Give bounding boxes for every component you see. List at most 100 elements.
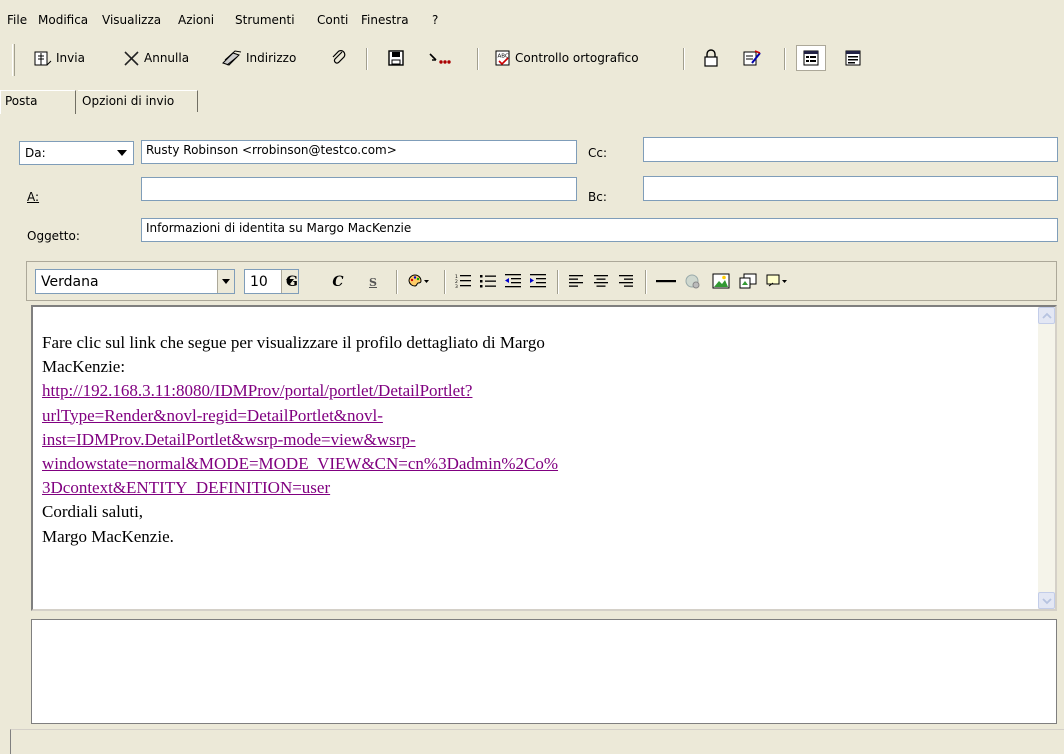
align-right-button[interactable] (616, 271, 636, 293)
format-toolbar: Verdana 10 G C S 123 (26, 261, 1057, 301)
spellcheck-button[interactable]: ABC Controllo ortografico (494, 46, 639, 70)
insert-link-button[interactable] (682, 271, 704, 293)
horizontal-rule-icon (655, 273, 677, 292)
security-button[interactable] (702, 46, 720, 70)
view-mode-button[interactable] (845, 46, 861, 70)
toolbar-separator (477, 48, 479, 70)
post-button[interactable] (428, 46, 452, 70)
chevron-down-icon (1042, 598, 1052, 605)
toolbar-grip[interactable] (12, 44, 15, 76)
toolbar-separator (784, 48, 786, 70)
menu-visualizza[interactable]: Visualizza (102, 13, 161, 27)
bold-button[interactable]: G (282, 271, 302, 293)
send-icon (33, 49, 53, 67)
tab-posta[interactable]: Posta (0, 90, 76, 114)
post-icon (428, 49, 452, 67)
profile-link[interactable]: 3Dcontext&ENTITY_DEFINITION=user (42, 476, 1022, 500)
subject-field[interactable]: Informazioni di identita su Margo MacKen… (141, 218, 1058, 242)
insert-signature-button[interactable] (764, 271, 790, 293)
bullet-list-icon (479, 273, 497, 292)
address-label: Indirizzo (246, 51, 297, 65)
from-dropdown[interactable]: Da: (19, 141, 134, 165)
attachments-pane[interactable] (31, 619, 1057, 724)
toolbar-separator (366, 48, 368, 70)
chevron-down-icon[interactable] (217, 270, 234, 293)
object-icon (739, 273, 757, 292)
menu-modifica[interactable]: Modifica (38, 13, 88, 27)
bc-field[interactable] (643, 176, 1058, 201)
tab-opzioni-invio[interactable]: Opzioni di invio (78, 90, 198, 112)
align-center-button[interactable] (591, 271, 611, 293)
profile-link[interactable]: inst=IDMProv.DetailPortlet&wsrp-mode=vie… (42, 428, 1022, 452)
outdent-icon (504, 273, 522, 292)
font-family-select[interactable]: Verdana (35, 269, 235, 294)
menu-azioni[interactable]: Azioni (178, 13, 214, 27)
from-field[interactable]: Rusty Robinson <rrobinson@testco.com> (141, 140, 577, 164)
body-line: Fare clic sul link che segue per visuali… (42, 333, 545, 352)
vertical-scrollbar[interactable] (1038, 307, 1055, 609)
scroll-up-button[interactable] (1038, 307, 1055, 324)
paperclip-icon (330, 49, 348, 67)
text-color-button[interactable] (405, 271, 433, 293)
cc-field[interactable] (643, 137, 1058, 162)
bc-label: Bc: (588, 190, 607, 204)
align-left-icon (568, 273, 584, 292)
send-button[interactable]: Invia (33, 46, 85, 70)
sign-icon (742, 49, 762, 67)
outdent-button[interactable] (503, 271, 523, 293)
send-label: Invia (56, 51, 85, 65)
image-icon (712, 273, 730, 292)
font-family-value: Verdana (41, 274, 99, 290)
view-mode-button-active[interactable] (796, 45, 826, 71)
svg-text:3: 3 (455, 284, 458, 289)
tab-posta-label: Posta (5, 94, 38, 108)
to-field[interactable] (141, 177, 577, 201)
chevron-down-icon (117, 150, 127, 156)
globe-link-icon (684, 273, 702, 292)
underline-button[interactable]: S (363, 271, 383, 293)
bullet-list-button[interactable] (478, 271, 498, 293)
close-icon (123, 49, 141, 67)
numbered-list-icon: 123 (454, 273, 472, 292)
menu-strumenti[interactable]: Strumenti (235, 13, 295, 27)
italic-button[interactable]: C (328, 271, 348, 293)
format-separator (557, 270, 559, 294)
message-body-text: Fare clic sul link che segue per visuali… (42, 331, 1022, 549)
main-toolbar: Invia Annulla Indirizzo ABC Controllo or… (0, 34, 1064, 84)
address-book-button[interactable]: Indirizzo (221, 46, 296, 70)
attach-button[interactable] (330, 46, 348, 70)
format-separator (645, 270, 647, 294)
toolbar-separator (683, 48, 685, 70)
sign-button[interactable] (742, 46, 762, 70)
menu-bar: File Modifica Visualizza Azioni Strument… (0, 0, 1064, 34)
profile-link[interactable]: http://192.168.3.11:8080/IDMProv/portal/… (42, 379, 1022, 403)
menu-finestra[interactable]: Finestra (361, 13, 409, 27)
insert-object-button[interactable] (737, 271, 759, 293)
align-center-icon (593, 273, 609, 292)
numbered-list-button[interactable]: 123 (453, 271, 473, 293)
menu-file[interactable]: File (7, 13, 27, 27)
format-separator (396, 270, 398, 294)
save-draft-button[interactable] (387, 46, 405, 70)
menu-conti[interactable]: Conti (317, 13, 348, 27)
profile-link[interactable]: windowstate=normal&MODE=MODE_VIEW&CN=cn%… (42, 452, 1022, 476)
format-separator (444, 270, 446, 294)
spellcheck-icon: ABC (494, 49, 512, 67)
profile-link[interactable]: urlType=Render&novl-regid=DetailPortlet&… (42, 404, 1022, 428)
to-label: A: (27, 190, 40, 204)
indent-icon (529, 273, 547, 292)
body-signature: Margo MacKenzie. (42, 526, 174, 546)
signature-icon (765, 273, 789, 292)
menu-help[interactable]: ? (432, 13, 438, 27)
cc-label: Cc: (588, 146, 608, 160)
align-left-button[interactable] (566, 271, 586, 293)
form-view-icon (803, 50, 819, 66)
scroll-down-button[interactable] (1038, 592, 1055, 609)
tab-strip: Posta Opzioni di invio (0, 84, 1064, 118)
horizontal-rule-button[interactable] (654, 271, 678, 293)
message-body-editor[interactable]: Fare clic sul link che segue per visuali… (31, 305, 1057, 611)
insert-image-button[interactable] (710, 271, 732, 293)
indent-button[interactable] (528, 271, 548, 293)
align-right-icon (618, 273, 634, 292)
cancel-button[interactable]: Annulla (123, 46, 189, 70)
